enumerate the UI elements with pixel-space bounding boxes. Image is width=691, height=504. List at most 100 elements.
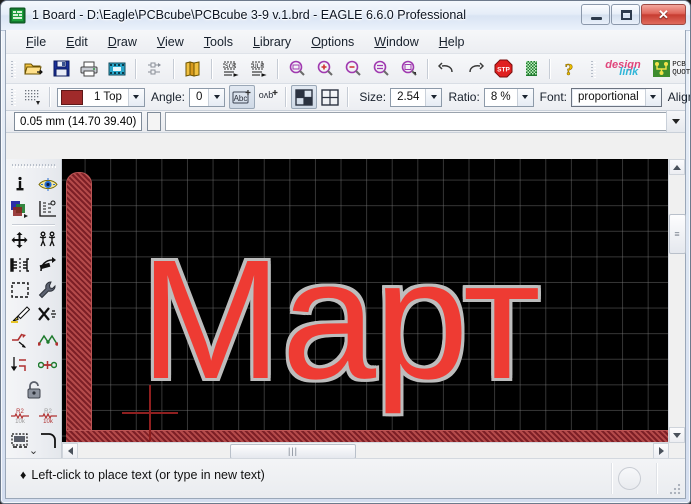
palette-row [6, 303, 61, 327]
menu-tools[interactable]: Tools [194, 33, 243, 51]
ulp-icon[interactable]: ULP [245, 55, 273, 82]
chevron-down-icon[interactable] [666, 111, 685, 132]
open-icon[interactable] [19, 55, 47, 82]
zoom-fit-icon[interactable] [283, 55, 311, 82]
status-bar: ♦ Left-click to place text (or type in ne… [6, 458, 685, 498]
command-input[interactable] [165, 112, 666, 131]
menu-file[interactable]: File [16, 33, 56, 51]
menu-help[interactable]: Help [429, 33, 475, 51]
chevron-down-icon[interactable] [208, 88, 225, 106]
ratio-select[interactable]: 8 % [483, 87, 534, 107]
toolbar-grip[interactable] [9, 59, 17, 79]
ratio-select-value: 8 % [490, 91, 511, 103]
coordinate-display[interactable]: 0.05 mm (14.70 39.40) [14, 112, 143, 131]
param-separator-3 [347, 87, 350, 107]
menu-options[interactable]: Options [301, 33, 364, 51]
menu-window[interactable]: Window [364, 33, 428, 51]
script-icon[interactable]: SCR [217, 55, 245, 82]
scroll-right-button[interactable] [653, 443, 669, 459]
vertical-scroll-thumb[interactable]: ≡ [669, 214, 686, 254]
menu-view[interactable]: View [147, 33, 194, 51]
delete-icon[interactable] [35, 303, 61, 327]
triangle-down-icon [673, 432, 681, 438]
menu-library[interactable]: Library [243, 33, 301, 51]
layer-select-value: 1 Top [94, 91, 122, 103]
board-text-object[interactable]: Март [140, 235, 541, 405]
size-select[interactable]: 2.54 [390, 87, 443, 107]
coordinate-mini-box[interactable] [147, 112, 162, 131]
name-icon[interactable]: R2 10k [7, 403, 33, 427]
toolbar-separator-6 [549, 58, 551, 79]
palette-grip[interactable] [12, 161, 56, 171]
chevron-down-icon[interactable] [425, 88, 442, 106]
text-spin-icon[interactable]: qvo [255, 85, 281, 109]
angle-label: Angle: [150, 90, 185, 104]
schematic-icon[interactable] [141, 55, 169, 82]
pcb-quote-logo[interactable]: PCB QUOTE [647, 55, 690, 82]
zoom-select-icon[interactable] [395, 55, 423, 82]
ripup-icon[interactable] [7, 353, 33, 377]
fill-quadrant-icon[interactable] [291, 85, 318, 109]
zoom-redraw-icon[interactable] [367, 55, 395, 82]
scroll-down-button[interactable] [669, 427, 685, 443]
undo-icon[interactable] [433, 55, 461, 82]
vertical-scrollbar[interactable]: ≡ [668, 159, 686, 443]
angle-select[interactable]: 0 [188, 87, 226, 107]
mark-icon[interactable] [35, 197, 61, 221]
change-wrench-icon[interactable] [35, 278, 61, 302]
lock-icon[interactable] [21, 378, 47, 402]
layer-color-swatch [61, 89, 83, 105]
grid-icon[interactable] [19, 85, 45, 109]
scroll-up-button[interactable] [669, 159, 685, 175]
resize-grip[interactable] [670, 484, 682, 496]
horizontal-scrollbar[interactable]: ||| [62, 442, 669, 459]
ratsnest-icon[interactable] [517, 55, 545, 82]
stop-icon[interactable]: STP [489, 55, 517, 82]
param-grip[interactable] [9, 87, 17, 107]
display-layers-icon[interactable] [7, 197, 33, 221]
zoom-in-icon[interactable] [311, 55, 339, 82]
copy-icon[interactable] [35, 228, 61, 252]
chevron-double-down-icon[interactable]: ⌄ [6, 444, 61, 457]
library-icon[interactable] [179, 55, 207, 82]
board-canvas[interactable]: Март [62, 159, 669, 443]
group-icon[interactable] [7, 278, 33, 302]
toolbar-grip-2[interactable] [589, 59, 597, 79]
close-button[interactable]: ✕ [641, 4, 686, 25]
show-eye-icon[interactable] [35, 172, 61, 196]
chevron-down-icon[interactable] [516, 88, 533, 106]
paste-icon[interactable] [7, 303, 33, 327]
maximize-button[interactable] [611, 4, 640, 25]
info-icon[interactable] [7, 172, 33, 196]
design-link-logo[interactable]: design link [599, 55, 647, 82]
save-icon[interactable] [47, 55, 75, 82]
value-icon[interactable]: R2 10k [35, 403, 61, 427]
font-select[interactable]: proportional [571, 87, 662, 107]
coordinate-bar: 0.05 mm (14.70 39.40) [6, 111, 685, 133]
layer-select[interactable]: 1 Top [57, 87, 145, 107]
print-icon[interactable] [75, 55, 103, 82]
redo-icon[interactable] [461, 55, 489, 82]
tool-palette: R2 10k R2 10k ⌄ [6, 159, 62, 496]
chevron-down-icon[interactable] [127, 88, 144, 106]
minimize-button[interactable] [581, 4, 610, 25]
scroll-left-button[interactable] [62, 443, 78, 459]
mirror-icon[interactable] [7, 253, 33, 277]
title-bar: 1 Board - D:\Eagle\PCBcube\PCBcube 3-9 v… [1, 1, 690, 31]
optimize-icon[interactable] [35, 328, 61, 352]
rotate-icon[interactable] [35, 253, 61, 277]
menu-draw[interactable]: Draw [98, 33, 147, 51]
move-icon[interactable] [7, 228, 33, 252]
text-mirror-icon[interactable]: Abc [229, 85, 256, 109]
zoom-out-icon[interactable] [339, 55, 367, 82]
menu-edit[interactable]: Edit [56, 33, 98, 51]
param-separator-2 [285, 87, 288, 107]
scroll-thumb-grip: ||| [287, 446, 298, 456]
chevron-down-icon[interactable] [644, 88, 661, 106]
fill-grid-icon[interactable] [317, 85, 343, 109]
horizontal-scroll-thumb[interactable]: ||| [230, 444, 356, 459]
cam-processor-icon[interactable] [103, 55, 131, 82]
route-icon[interactable] [35, 353, 61, 377]
split-icon[interactable] [7, 328, 33, 352]
help-icon[interactable]: ? [555, 55, 583, 82]
